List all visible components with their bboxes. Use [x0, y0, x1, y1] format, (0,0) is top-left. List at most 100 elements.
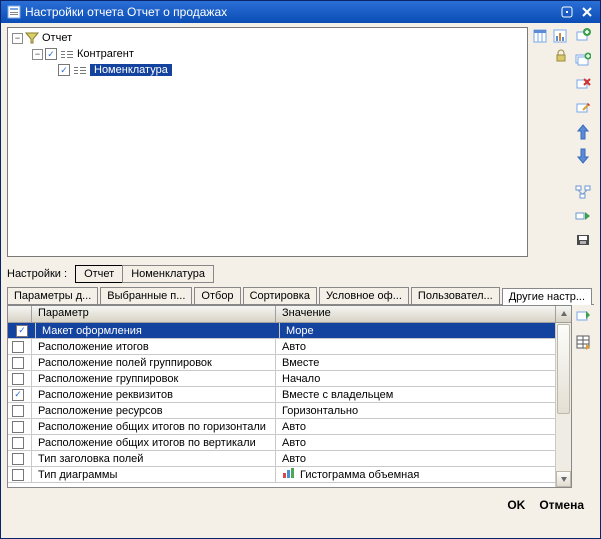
scroll-up-icon[interactable] — [555, 306, 571, 322]
parameters-grid: Параметр Значение Макет оформленияМореРа… — [7, 305, 572, 488]
param-cell: Расположение группировок — [32, 371, 276, 386]
table-row[interactable]: Тип заголовка полей Авто — [8, 451, 571, 467]
move-down-icon[interactable] — [574, 147, 592, 165]
save-icon[interactable] — [574, 231, 592, 249]
group-icon — [60, 48, 74, 60]
row-checkbox[interactable] — [12, 373, 24, 385]
row-checkbox[interactable] — [12, 341, 24, 353]
move-up-icon[interactable] — [574, 123, 592, 141]
chart-view-icon[interactable] — [551, 27, 569, 45]
subtabs: Параметры д... Выбранные п... Отбор Сорт… — [7, 287, 594, 305]
subtab-selected[interactable]: Выбранные п... — [100, 287, 192, 304]
value-cell[interactable]: Начало — [276, 371, 571, 386]
subtab-filter[interactable]: Отбор — [194, 287, 240, 304]
value-text: Вместе — [282, 357, 319, 369]
row-checkbox[interactable] — [12, 389, 24, 401]
value-cell[interactable]: Вместе — [276, 355, 571, 370]
expand-toggle[interactable]: − — [32, 49, 43, 60]
subtab-params[interactable]: Параметры д... — [7, 287, 98, 304]
table-row[interactable]: Расположение ресурсов Горизонтально — [8, 403, 571, 419]
tree-node[interactable]: Контрагент — [77, 48, 134, 60]
value-cell[interactable]: Горизонтально — [276, 403, 571, 418]
column-header-value[interactable]: Значение — [276, 306, 555, 322]
checkbox[interactable] — [58, 64, 70, 76]
subtab-other[interactable]: Другие настр... — [502, 288, 592, 305]
table-row[interactable]: Расположение итогов Авто — [8, 339, 571, 355]
param-cell: Расположение итогов — [32, 339, 276, 354]
value-text: Авто — [282, 437, 306, 449]
bar-chart-icon — [282, 467, 296, 482]
param-cell: Расположение реквизитов — [32, 387, 276, 402]
titlebar: Настройки отчета Отчет о продажах — [1, 1, 600, 23]
value-cell[interactable]: Авто — [276, 419, 571, 434]
table-row[interactable]: Макет оформленияМоре — [8, 323, 571, 339]
table-row[interactable]: Расположение группировок Начало — [8, 371, 571, 387]
value-cell[interactable]: Вместе с владельцем — [276, 387, 571, 402]
value-text: Вместе с владельцем — [282, 389, 393, 401]
param-cell: Расположение полей группировок — [32, 355, 276, 370]
window-title: Настройки отчета Отчет о продажах — [25, 5, 556, 19]
param-cell: Тип диаграммы — [32, 467, 276, 482]
row-checkbox[interactable] — [12, 357, 24, 369]
row-checkbox[interactable] — [12, 437, 24, 449]
add-icon[interactable] — [574, 27, 592, 45]
close-button[interactable] — [578, 4, 596, 20]
tree-node-selected[interactable]: Номенклатура — [90, 64, 172, 76]
value-cell[interactable]: Море — [280, 323, 567, 338]
row-checkbox[interactable] — [12, 453, 24, 465]
group-icon — [73, 64, 87, 76]
settings-tab-report[interactable]: Отчет — [75, 265, 123, 283]
checkbox[interactable] — [45, 48, 57, 60]
expand-toggle[interactable]: − — [12, 33, 23, 44]
action-icon-a[interactable] — [574, 307, 592, 325]
help-button[interactable] — [558, 4, 576, 20]
subtab-sort[interactable]: Сортировка — [243, 287, 317, 304]
param-cell: Макет оформления — [36, 323, 280, 338]
table-view-icon[interactable] — [531, 27, 549, 45]
value-text: Гистограмма объемная — [300, 469, 419, 481]
column-header-param[interactable]: Параметр — [32, 306, 276, 322]
tree-struct-icon[interactable] — [574, 183, 592, 201]
scrollbar-thumb[interactable] — [557, 324, 570, 414]
value-text: Авто — [282, 421, 306, 433]
value-text: Горизонтально — [282, 405, 358, 417]
param-cell: Расположение ресурсов — [32, 403, 276, 418]
param-cell: Расположение общих итогов по вертикали — [32, 435, 276, 450]
report-tree[interactable]: − Отчет − Контрагент — [7, 27, 528, 257]
row-checkbox[interactable] — [12, 469, 24, 481]
settings-tab-nomenclature[interactable]: Номенклатура — [122, 265, 214, 283]
vertical-scrollbar[interactable] — [555, 323, 571, 487]
tree-node-root[interactable]: Отчет — [42, 32, 72, 44]
cancel-button[interactable]: Отмена — [539, 498, 584, 512]
table-row[interactable]: Расположение общих итогов по вертикали Ав… — [8, 435, 571, 451]
properties-icon[interactable] — [574, 333, 592, 351]
play-icon[interactable] — [574, 207, 592, 225]
row-checkbox[interactable] — [12, 405, 24, 417]
table-row[interactable]: Тип диаграммы Гистограмма объемная — [8, 467, 571, 483]
app-icon — [7, 5, 21, 19]
value-text: Авто — [282, 341, 306, 353]
ok-button[interactable]: OK — [507, 498, 525, 512]
table-row[interactable]: Расположение реквизитов Вместе с владельц… — [8, 387, 571, 403]
value-cell[interactable]: Авто — [276, 339, 571, 354]
subtab-user[interactable]: Пользовател... — [411, 287, 500, 304]
row-checkbox[interactable] — [12, 421, 24, 433]
value-text: Начало — [282, 373, 320, 385]
value-cell[interactable]: Авто — [276, 435, 571, 450]
lock-icon[interactable] — [552, 47, 570, 65]
edit-icon[interactable] — [574, 99, 592, 117]
delete-icon[interactable] — [574, 75, 592, 93]
value-text: Авто — [282, 453, 306, 465]
value-cell[interactable]: Авто — [276, 451, 571, 466]
settings-label: Настройки : — [7, 268, 67, 280]
table-row[interactable]: Расположение общих итогов по горизонтали… — [8, 419, 571, 435]
row-checkbox[interactable] — [16, 325, 28, 337]
param-cell: Расположение общих итогов по горизонтали — [32, 419, 276, 434]
subtab-conditional[interactable]: Условное оф... — [319, 287, 409, 304]
scroll-down-icon[interactable] — [556, 471, 571, 487]
value-cell[interactable]: Гистограмма объемная — [276, 467, 571, 482]
filter-icon — [25, 32, 39, 44]
add-group-icon[interactable] — [574, 51, 592, 69]
param-cell: Тип заголовка полей — [32, 451, 276, 466]
table-row[interactable]: Расположение полей группировок Вместе — [8, 355, 571, 371]
